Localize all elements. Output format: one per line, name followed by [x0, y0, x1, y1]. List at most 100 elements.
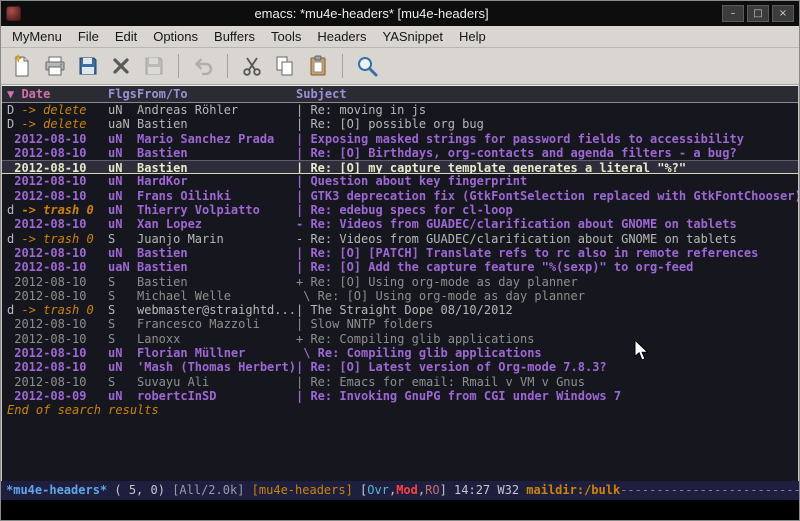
message-row[interactable]: 2012-08-10 S Francesco Mazzoli | Slow NN…: [7, 317, 798, 331]
close-buffer-button[interactable]: [106, 51, 136, 81]
message-row[interactable]: 2012-08-10 uN Bastien | Re: [O] my captu…: [2, 160, 798, 174]
message-row[interactable]: 2012-08-10 S Bastien + Re: [O] Using org…: [7, 275, 798, 289]
paste-button[interactable]: [303, 51, 333, 81]
column-flags[interactable]: Flgs: [108, 86, 137, 102]
print-button[interactable]: [40, 51, 70, 81]
from-cell: Francesco Mazzoli: [137, 317, 296, 331]
menu-options[interactable]: Options: [145, 27, 206, 46]
flags-cell: S: [108, 289, 137, 303]
message-row[interactable]: 2012-08-10 S Michael Welle \ Re: [O] Usi…: [7, 289, 798, 303]
flags-cell: uN: [108, 346, 137, 360]
from-cell: Suvayu Ali: [137, 375, 296, 389]
close-button[interactable]: ×: [772, 5, 794, 22]
from-cell: Bastien: [137, 146, 296, 160]
flags-cell: uN: [108, 203, 137, 217]
maximize-button[interactable]: □: [747, 5, 769, 22]
minimize-button[interactable]: –: [722, 5, 744, 22]
message-row[interactable]: 2012-08-10 S Suvayu Ali | Re: Emacs for …: [7, 375, 798, 389]
message-row[interactable]: 2012-08-10 uN Frans Oilinki | GTK3 depre…: [7, 189, 798, 203]
undo-button[interactable]: [188, 51, 218, 81]
date-cell: d -> trash 0: [7, 303, 108, 317]
cut-button[interactable]: [237, 51, 267, 81]
message-row[interactable]: 2012-08-10 S Lanoxx + Re: Compiling glib…: [7, 332, 798, 346]
date-cell: D -> delete: [7, 103, 108, 117]
date-cell: 2012-08-10: [7, 146, 108, 160]
undo-icon: [191, 54, 215, 78]
subject-cell: | GTK3 deprecation fix (GtkFontSelection…: [296, 189, 798, 203]
subject-cell: + Re: Compiling glib applications: [296, 332, 798, 346]
toolbar-separator: [342, 54, 343, 78]
modeline-segment: ]: [440, 483, 454, 497]
flags-cell: S: [108, 303, 137, 317]
message-row[interactable]: 2012-08-09 uN robertcInSD | Re: Invoking…: [7, 389, 798, 403]
buffer-window: ▼ Date Flgs From/To Subject D -> delete …: [1, 85, 799, 481]
subject-cell: | Re: [O] Latest version of Org-mode 7.8…: [296, 360, 798, 374]
subject-cell: - Re: Videos from GUADEC/clarification a…: [296, 232, 798, 246]
message-row[interactable]: d -> trash 0 uN Thierry Volpiatto | Re: …: [7, 203, 798, 217]
from-cell: 'Mash (Thomas Herbert): [137, 360, 296, 374]
save-button[interactable]: [73, 51, 103, 81]
flags-cell: uN: [108, 189, 137, 203]
end-of-results: End of search results: [7, 403, 798, 417]
subject-cell: | Re: moving in js: [296, 103, 798, 117]
menu-edit[interactable]: Edit: [107, 27, 145, 46]
emacs-window: emacs: *mu4e-headers* [mu4e-headers] – □…: [0, 0, 800, 521]
message-row[interactable]: D -> delete uaN Bastien | Re: [O] possib…: [7, 117, 798, 131]
header-line[interactable]: ▼ Date Flgs From/To Subject: [2, 86, 798, 103]
message-row[interactable]: D -> delete uN Andreas Röhler | Re: movi…: [7, 103, 798, 117]
message-row[interactable]: 2012-08-10 uaN Bastien | Re: [O] Add the…: [7, 260, 798, 274]
subject-cell: | Re: edebug specs for cl-loop: [296, 203, 798, 217]
subject-cell: | Re: [O] my capture template generates …: [296, 161, 798, 173]
message-row[interactable]: 2012-08-10 uN Mario Sanchez Prada | Expo…: [7, 132, 798, 146]
window-title: emacs: *mu4e-headers* [mu4e-headers]: [21, 6, 722, 21]
message-row[interactable]: 2012-08-10 uN Xan Lopez - Re: Videos fro…: [7, 217, 798, 231]
copy-button[interactable]: [270, 51, 300, 81]
flags-cell: uaN: [108, 260, 137, 274]
search-button[interactable]: [352, 51, 382, 81]
from-cell: robertcInSD: [137, 389, 296, 403]
subject-cell: | Re: [O] possible org bug: [296, 117, 798, 131]
from-cell: Xan Lopez: [137, 217, 296, 231]
search-icon: [355, 54, 379, 78]
menu-mymenu[interactable]: MyMenu: [4, 27, 70, 46]
date-cell: 2012-08-10: [7, 189, 108, 203]
menu-file[interactable]: File: [70, 27, 107, 46]
new-file-button[interactable]: [7, 51, 37, 81]
save-as-button[interactable]: [139, 51, 169, 81]
cut-icon: [240, 54, 264, 78]
menu-help[interactable]: Help: [451, 27, 494, 46]
menu-tools[interactable]: Tools: [263, 27, 309, 46]
title-bar[interactable]: emacs: *mu4e-headers* [mu4e-headers] – □…: [1, 1, 799, 26]
flags-cell: uN: [108, 246, 137, 260]
message-row[interactable]: 2012-08-10 uN Bastien | Re: [O] [PATCH] …: [7, 246, 798, 260]
from-cell: Lanoxx: [137, 332, 296, 346]
message-row[interactable]: 2012-08-10 uN Florian Müllner \ Re: Comp…: [7, 346, 798, 360]
print-icon: [43, 54, 67, 78]
from-cell: Bastien: [137, 161, 296, 173]
sort-column-date[interactable]: ▼ Date: [7, 86, 108, 102]
flags-cell: uN: [108, 360, 137, 374]
from-cell: Thierry Volpiatto: [137, 203, 296, 217]
flags-cell: S: [108, 275, 137, 289]
message-row[interactable]: 2012-08-10 uN HardKor | Question about k…: [7, 174, 798, 188]
message-row[interactable]: 2012-08-10 uN 'Mash (Thomas Herbert) | R…: [7, 360, 798, 374]
menu-buffers[interactable]: Buffers: [206, 27, 263, 46]
modeline-segment: RO: [425, 483, 439, 497]
date-cell: 2012-08-09: [7, 389, 108, 403]
flags-cell: uN: [108, 146, 137, 160]
message-row[interactable]: d -> trash 0 S Juanjo Marin - Re: Videos…: [7, 232, 798, 246]
message-row[interactable]: d -> trash 0 S webmaster@straightd... | …: [7, 303, 798, 317]
from-cell: Bastien: [137, 117, 296, 131]
from-cell: HardKor: [137, 174, 296, 188]
menu-yasnippet[interactable]: YASnippet: [374, 27, 450, 46]
mode-line: *mu4e-headers* ( 5, 0) [All/2.0k] [mu4e-…: [1, 481, 799, 500]
modeline-segment: [mu4e-headers]: [252, 483, 353, 497]
subject-cell: - Re: Videos from GUADEC/clarification a…: [296, 217, 798, 231]
column-from[interactable]: From/To: [137, 86, 296, 102]
menu-headers[interactable]: Headers: [309, 27, 374, 46]
minibuffer[interactable]: [1, 500, 799, 520]
from-cell: Juanjo Marin: [137, 232, 296, 246]
date-cell: 2012-08-10: [7, 246, 108, 260]
message-row[interactable]: 2012-08-10 uN Bastien | Re: [O] Birthday…: [7, 146, 798, 160]
column-subject[interactable]: Subject: [296, 86, 798, 102]
